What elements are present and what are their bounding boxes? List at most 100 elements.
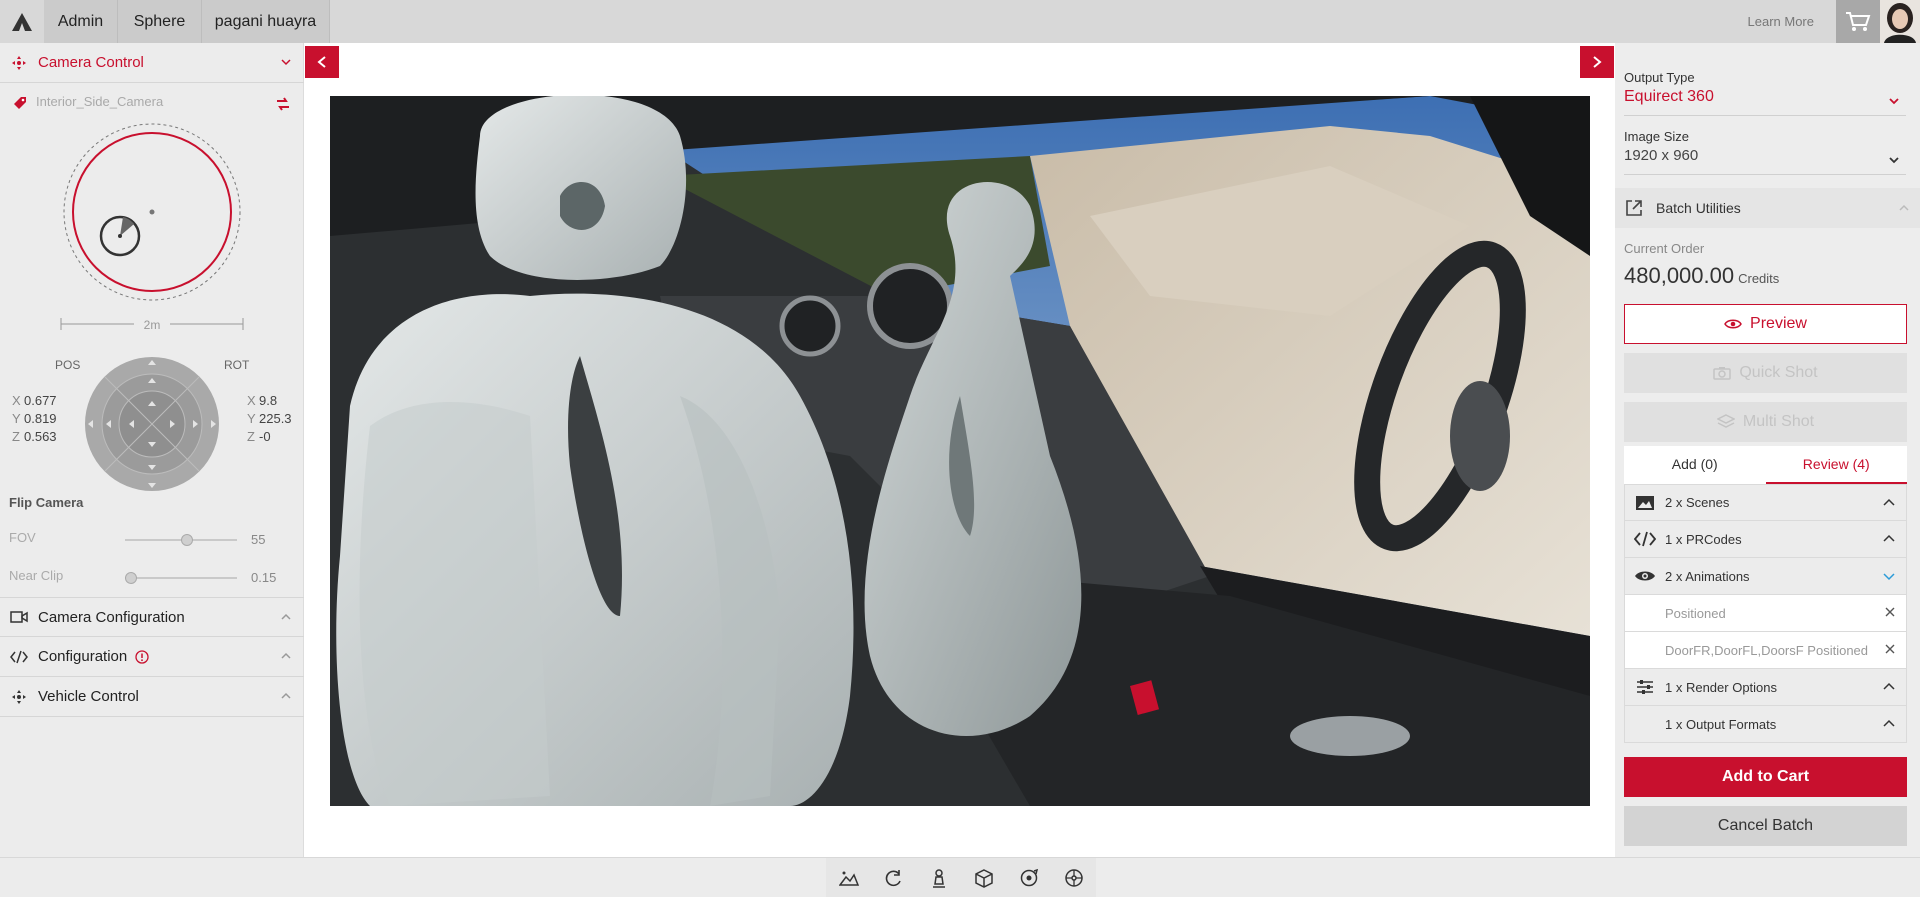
quick-shot-button[interactable]: Quick Shot (1624, 353, 1907, 393)
orbit-icon (1020, 868, 1038, 887)
pos-y: 0.819 (24, 411, 57, 426)
scene-tool-button[interactable] (826, 858, 871, 897)
output-type-label: Output Type (1624, 70, 1695, 85)
close-icon[interactable] (1884, 643, 1896, 655)
review-subitem-label: DoorFR,DoorFL,DoorsF Positioned (1665, 642, 1869, 658)
nav-tab-admin[interactable]: Admin (44, 0, 118, 43)
orbit-control[interactable] (60, 121, 244, 303)
chess-pawn-icon (932, 869, 945, 888)
multi-shot-label: Multi Shot (1742, 413, 1815, 430)
review-item-animations[interactable]: 2 x Animations (1624, 558, 1907, 595)
review-item-scenes[interactable]: 2 x Scenes (1624, 484, 1907, 521)
chevron-right-icon (1593, 56, 1602, 68)
credits-amount: 480,000.00 Credits (1624, 263, 1779, 289)
batch-utilities-header[interactable]: Batch Utilities (1615, 188, 1920, 228)
fov-label: FOV (9, 530, 36, 545)
chevron-down-icon (1889, 157, 1899, 164)
logo-icon (12, 12, 32, 31)
review-item-label: 1 x PRCodes (1665, 531, 1742, 547)
learn-more-link[interactable]: Learn More (1748, 0, 1814, 43)
cart-icon (1846, 11, 1871, 31)
code-icon (1634, 531, 1656, 547)
close-icon[interactable] (1884, 606, 1896, 618)
cart-button[interactable] (1836, 0, 1880, 43)
nav-tab-sphere[interactable]: Sphere (118, 0, 202, 43)
rot-z: -0 (259, 429, 271, 444)
view-toolbar (826, 858, 1096, 897)
credits-value: 480,000.00 (1624, 263, 1735, 288)
camera-control-header[interactable]: Camera Control (0, 43, 304, 83)
output-type-value: Equirect 360 (1624, 88, 1714, 105)
camera-name: Interior_Side_Camera (36, 94, 164, 109)
right-panel: Output Type Equirect 360 Image Size 1920… (1615, 43, 1920, 857)
review-item-label: 2 x Animations (1665, 568, 1750, 584)
wheel-tool-button[interactable] (1051, 858, 1096, 897)
review-item-output-formats[interactable]: 1 x Output Formats (1624, 706, 1907, 743)
review-item-prcodes[interactable]: 1 x PRCodes (1624, 521, 1907, 558)
review-subitem-label: Positioned (1665, 605, 1726, 621)
tab-review[interactable]: Review (4) (1765, 446, 1907, 484)
code-icon (10, 650, 28, 663)
rot-label: ROT (224, 358, 250, 372)
chevron-down-icon (281, 59, 291, 66)
chevron-down-icon (1883, 573, 1895, 581)
user-avatar[interactable] (1880, 0, 1920, 43)
near-clip-slider-knob[interactable] (124, 572, 137, 584)
render-image (330, 96, 1590, 806)
chevron-left-icon (317, 56, 326, 68)
sliders-icon (1637, 680, 1653, 694)
image-size-select[interactable]: 1920 x 960 (1624, 147, 1906, 175)
chevron-down-icon (1889, 98, 1899, 105)
eye-icon (1635, 571, 1655, 581)
wheel-icon (1064, 869, 1083, 887)
app-logo[interactable] (0, 0, 44, 43)
chevron-up-icon (1899, 204, 1909, 211)
collapse-right-button[interactable] (1580, 46, 1614, 78)
orbit-tool-button[interactable] (1006, 858, 1051, 897)
preview-button[interactable]: Preview (1624, 304, 1907, 344)
preview-label: Preview (1750, 315, 1807, 332)
near-clip-track[interactable] (125, 577, 237, 579)
credits-unit: Credits (1738, 271, 1780, 286)
car-interior-render[interactable] (330, 96, 1590, 806)
configuration-header[interactable]: Configuration (0, 637, 304, 677)
add-to-cart-button[interactable]: Add to Cart (1624, 757, 1907, 797)
distance-label: 2m (143, 318, 161, 332)
model-tool-button[interactable] (961, 858, 1006, 897)
camera-swap-icon[interactable] (274, 95, 292, 113)
vehicle-control-header[interactable]: Vehicle Control (0, 677, 304, 717)
vehicle-control-label: Vehicle Control (38, 688, 139, 705)
lighting-tool-button[interactable] (916, 858, 961, 897)
cancel-batch-button[interactable]: Cancel Batch (1624, 806, 1907, 846)
fov-slider-knob[interactable] (180, 534, 193, 546)
camera-configuration-header[interactable]: Camera Configuration (0, 597, 304, 637)
rot-y: 225.3 (259, 411, 292, 426)
fov-value: 55 (251, 532, 266, 547)
pos-z: 0.563 (24, 429, 57, 444)
eye-icon (1724, 319, 1742, 329)
review-item-render-options[interactable]: 1 x Render Options (1624, 669, 1907, 706)
external-link-icon (1626, 200, 1642, 216)
review-item-label: 1 x Output Formats (1665, 716, 1777, 732)
nav-tab-project[interactable]: pagani huayra (202, 0, 330, 43)
configuration-label: Configuration (38, 648, 128, 665)
camera-icon (1713, 367, 1732, 380)
camera-marker[interactable] (99, 215, 141, 257)
collapse-left-button[interactable] (305, 46, 339, 78)
output-type-select[interactable]: Equirect 360 (1624, 88, 1906, 116)
near-clip-slider-row: Near Clip 0.15 (9, 568, 299, 588)
chevron-up-icon (1883, 682, 1895, 690)
camera-control-label: Camera Control (38, 54, 144, 71)
camera-tag-icon[interactable] (12, 95, 28, 111)
rotate-tool-button[interactable] (871, 858, 916, 897)
chevron-up-icon (281, 692, 291, 699)
move-icon (12, 689, 26, 704)
render-area (304, 43, 1615, 857)
movement-joystick[interactable] (84, 356, 220, 492)
cube-icon (974, 869, 993, 888)
flip-camera-button[interactable]: Flip Camera (9, 495, 83, 510)
multi-shot-button[interactable]: Multi Shot (1624, 402, 1907, 442)
image-icon (1636, 495, 1654, 510)
tab-add[interactable]: Add (0) (1624, 446, 1766, 484)
pos-readout: X 0.677 Y 0.819 Z 0.563 (12, 393, 57, 444)
